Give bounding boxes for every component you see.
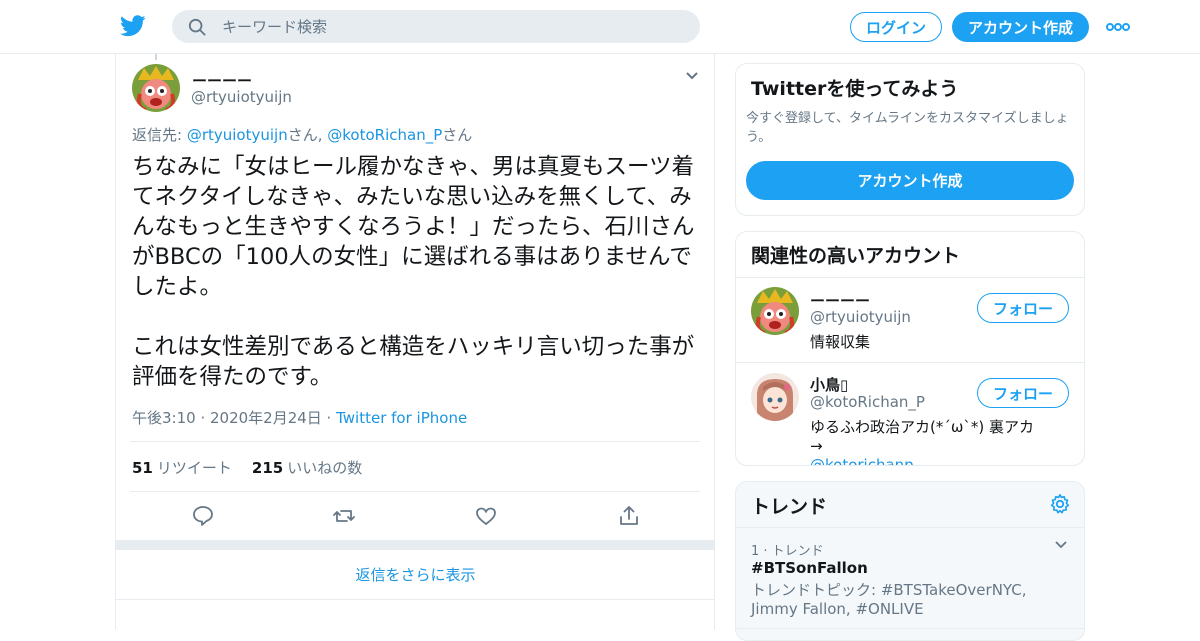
signup-card: Twitterを使ってみよう 今すぐ登録して、タイムラインをカスタマイズしましょ… — [735, 63, 1085, 216]
retweet-stat[interactable]: 51 リツイート — [132, 457, 232, 478]
signup-card-button[interactable]: アカウント作成 — [746, 161, 1074, 200]
signup-card-description: 今すぐ登録して、タイムラインをカスタマイズしましょう。 — [746, 111, 1069, 145]
tweet-timestamp[interactable]: 午後3:10 · 2020年2月24日 · — [132, 409, 336, 427]
tweet-metadata: 午後3:10 · 2020年2月24日 · Twitter for iPhone — [132, 407, 467, 428]
reply-icon[interactable] — [191, 504, 215, 528]
account-avatar[interactable] — [751, 373, 799, 421]
account-handle[interactable]: @kotoRichan_P — [810, 393, 925, 411]
tweet-stats: 51 リツイート 215 いいねの数 — [132, 457, 362, 478]
show-more-replies-link[interactable]: 返信をさらに表示 — [116, 550, 715, 600]
retweet-count: 51 — [132, 459, 153, 477]
account-bio-link[interactable]: @kotorichanp — [810, 456, 914, 465]
search-bar[interactable] — [172, 10, 700, 43]
divider — [736, 628, 1084, 629]
divider — [736, 527, 1084, 528]
trend-description: トレンドトピック: #BTSTakeOverNYC, Jimmy Fallon,… — [751, 581, 1027, 618]
replying-prefix: 返信先: — [132, 126, 187, 144]
trends-title: トレンド — [751, 496, 828, 518]
avatar-illustration — [751, 373, 799, 421]
search-input[interactable] — [222, 17, 682, 36]
section-separator — [116, 540, 715, 550]
like-heart-icon[interactable] — [474, 504, 498, 528]
tweet-source-link[interactable]: Twitter for iPhone — [336, 409, 467, 427]
divider — [130, 441, 700, 442]
avatar-illustration — [751, 287, 799, 335]
retweet-icon[interactable] — [332, 504, 356, 528]
account-bio-text: ゆるふわ政治アカ(*´ω`*) 裏アカ→ — [810, 418, 1035, 455]
twitter-bird-icon[interactable] — [120, 14, 146, 38]
follow-button[interactable]: フォロー — [977, 378, 1069, 408]
like-stat[interactable]: 215 いいねの数 — [252, 457, 362, 478]
replying-to-line: 返信先: @rtyuiotyuijnさん, @kotoRichan_Pさん — [132, 124, 472, 145]
tweet-column: ーーーー @rtyuiotyuijn 返信先: @rtyuiotyuijnさん,… — [115, 54, 715, 630]
account-bio: 情報収集 — [810, 333, 871, 351]
account-handle[interactable]: @rtyuiotyuijn — [810, 308, 911, 326]
more-dots-icon[interactable] — [1106, 18, 1130, 36]
retweet-label: リツイート — [156, 459, 232, 477]
top-navigation-bar: ログイン アカウント作成 — [0, 0, 1200, 54]
like-label: いいねの数 — [287, 459, 363, 477]
divider — [130, 491, 700, 492]
account-bio: ゆるふわ政治アカ(*´ω`*) 裏アカ→ @kotorichanp — [810, 418, 1040, 465]
divider — [736, 277, 1084, 278]
trends-card: トレンド 1 · トレンド #BTSonFallon トレンドトピック: #BT… — [735, 481, 1085, 641]
reply-mid-text: さん, — [287, 126, 328, 144]
trend-name[interactable]: #BTSonFallon — [751, 559, 868, 577]
chevron-down-icon[interactable] — [1054, 540, 1068, 550]
account-name[interactable]: 小鳥▯ — [810, 374, 848, 395]
related-accounts-card: 関連性の高いアカウント ーーーー @rtyuiotyuijn 情報収集 フォロー — [735, 231, 1085, 466]
like-count: 215 — [251, 459, 284, 477]
author-avatar[interactable] — [132, 64, 180, 112]
gear-icon[interactable] — [1049, 493, 1071, 515]
search-icon — [188, 18, 206, 36]
tweet-text: ちなみに「女はヒール履かなきゃ、男は真夏もスーツ着てネクタイしなきゃ、みたいな思… — [132, 154, 695, 390]
reply-mention-2[interactable]: @kotoRichan_P — [327, 126, 442, 144]
reply-mention-1[interactable]: @rtyuiotyuijn — [187, 126, 288, 144]
share-icon[interactable] — [617, 504, 641, 528]
avatar-illustration — [132, 64, 180, 112]
related-accounts-title: 関連性の高いアカウント — [751, 245, 961, 267]
trend-meta: 1 · トレンド — [751, 544, 824, 559]
tweet-actions — [116, 504, 716, 528]
thread-connector-line — [155, 54, 157, 60]
signup-card-title: Twitterを使ってみよう — [751, 78, 959, 100]
follow-button[interactable]: フォロー — [977, 293, 1069, 323]
divider — [736, 362, 1084, 363]
chevron-down-icon[interactable] — [684, 70, 700, 82]
reply-suffix: さん — [442, 126, 473, 144]
account-avatar[interactable] — [751, 287, 799, 335]
signup-button[interactable]: アカウント作成 — [952, 12, 1089, 42]
login-button[interactable]: ログイン — [850, 12, 942, 42]
author-handle[interactable]: @rtyuiotyuijn — [191, 88, 292, 106]
